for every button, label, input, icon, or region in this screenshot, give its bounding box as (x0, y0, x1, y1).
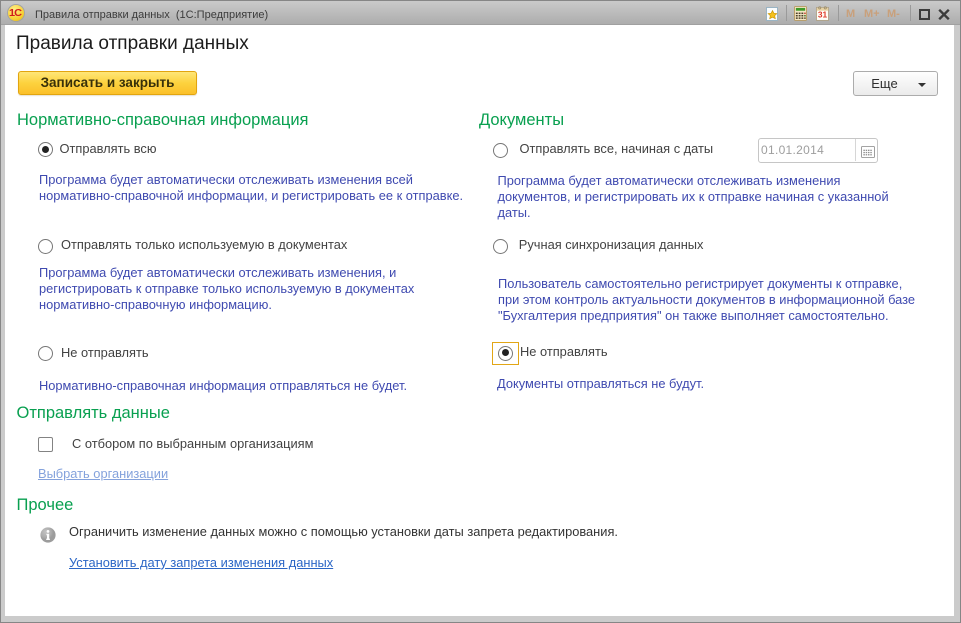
svg-text:31: 31 (818, 10, 828, 20)
